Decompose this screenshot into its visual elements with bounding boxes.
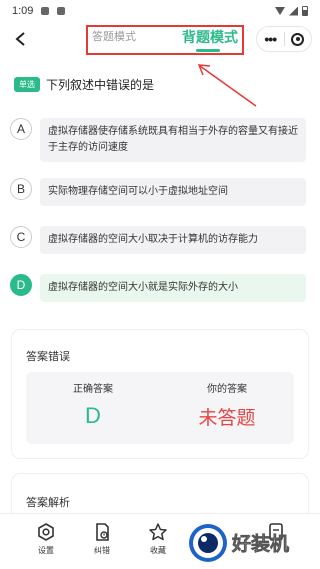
more-button[interactable]: ••• — [257, 31, 284, 47]
status-bar: 1:09 — [0, 0, 320, 22]
option-text: 虚拟存储器的空间大小就是实际外存的大小 — [40, 274, 306, 302]
settings-icon — [38, 523, 54, 541]
app-notification-icon — [57, 7, 66, 15]
option-a[interactable]: A 虚拟存储器使存储系统既具有相当于外存的容量又有接近于主存的访问速度 — [10, 118, 306, 162]
nav-bar: 答题模式 背题模式 ••• — [0, 22, 320, 56]
back-button[interactable] — [8, 26, 34, 52]
back-arrow-icon — [15, 32, 25, 46]
settings-button[interactable]: 设置 — [24, 522, 68, 556]
answer-sheet-icon — [269, 523, 283, 541]
favorite-label: 收藏 — [150, 546, 166, 555]
target-icon — [291, 32, 305, 46]
active-tab-indicator — [196, 49, 220, 52]
option-letter: D — [10, 274, 32, 296]
tab-answer-mode[interactable]: 答题模式 — [92, 28, 136, 44]
signal-icon — [289, 6, 298, 16]
question-type-badge: 单选 — [14, 77, 40, 92]
your-answer-label: 你的答案 — [207, 384, 247, 395]
star-icon — [149, 523, 167, 541]
miniprogram-capsule: ••• — [256, 26, 312, 52]
option-letter: A — [10, 118, 32, 140]
your-answer-value: 未答题 — [198, 408, 256, 429]
settings-label: 设置 — [38, 546, 54, 555]
question-text: 下列叙述中错误的是 — [46, 78, 155, 92]
correct-answer-value: D — [85, 403, 101, 428]
answer-result-card: 答案错误 正确答案 D 你的答案 未答题 — [12, 330, 308, 458]
status-time: 1:09 — [12, 5, 34, 17]
question-header: 单选 下列叙述中错误的是 — [14, 76, 306, 93]
option-d[interactable]: D 虚拟存储器的空间大小就是实际外存的大小 — [10, 274, 306, 302]
option-c[interactable]: C 虚拟存储器的空间大小取决于计算机的访存能力 — [10, 226, 306, 254]
tab-recite-mode[interactable]: 背题模式 — [182, 27, 238, 47]
correct-answer-label: 正确答案 — [73, 384, 113, 395]
status-right — [275, 6, 308, 16]
bottom-toolbar: 设置 纠错 收藏 — [0, 513, 320, 569]
option-text: 实际物理存储空间可以小于虚拟地址空间 — [40, 178, 306, 206]
feedback-icon — [96, 523, 109, 541]
option-text: 虚拟存储器的空间大小取决于计算机的访存能力 — [40, 226, 306, 254]
answer-comparison: 正确答案 D 你的答案 未答题 — [26, 372, 294, 444]
analysis-title: 答案解析 — [26, 497, 70, 509]
answer-sheet-button[interactable] — [254, 522, 298, 542]
correct-answer-column: 正确答案 D — [26, 380, 160, 429]
option-letter: C — [10, 226, 32, 248]
close-button[interactable] — [285, 32, 312, 46]
your-answer-column: 你的答案 未答题 — [160, 380, 294, 430]
notification-icon — [41, 7, 50, 15]
option-letter: B — [10, 178, 32, 200]
status-left: 1:09 — [12, 5, 66, 17]
option-b[interactable]: B 实际物理存储空间可以小于虚拟地址空间 — [10, 178, 306, 206]
result-title: 答案错误 — [26, 351, 70, 363]
favorite-button[interactable]: 收藏 — [136, 522, 180, 556]
feedback-button[interactable]: 纠错 — [80, 522, 124, 556]
feedback-label: 纠错 — [94, 546, 110, 555]
option-text: 虚拟存储器使存储系统既具有相当于外存的容量又有接近于主存的访问速度 — [40, 118, 306, 162]
battery-icon — [302, 6, 308, 16]
wifi-icon — [275, 7, 285, 15]
